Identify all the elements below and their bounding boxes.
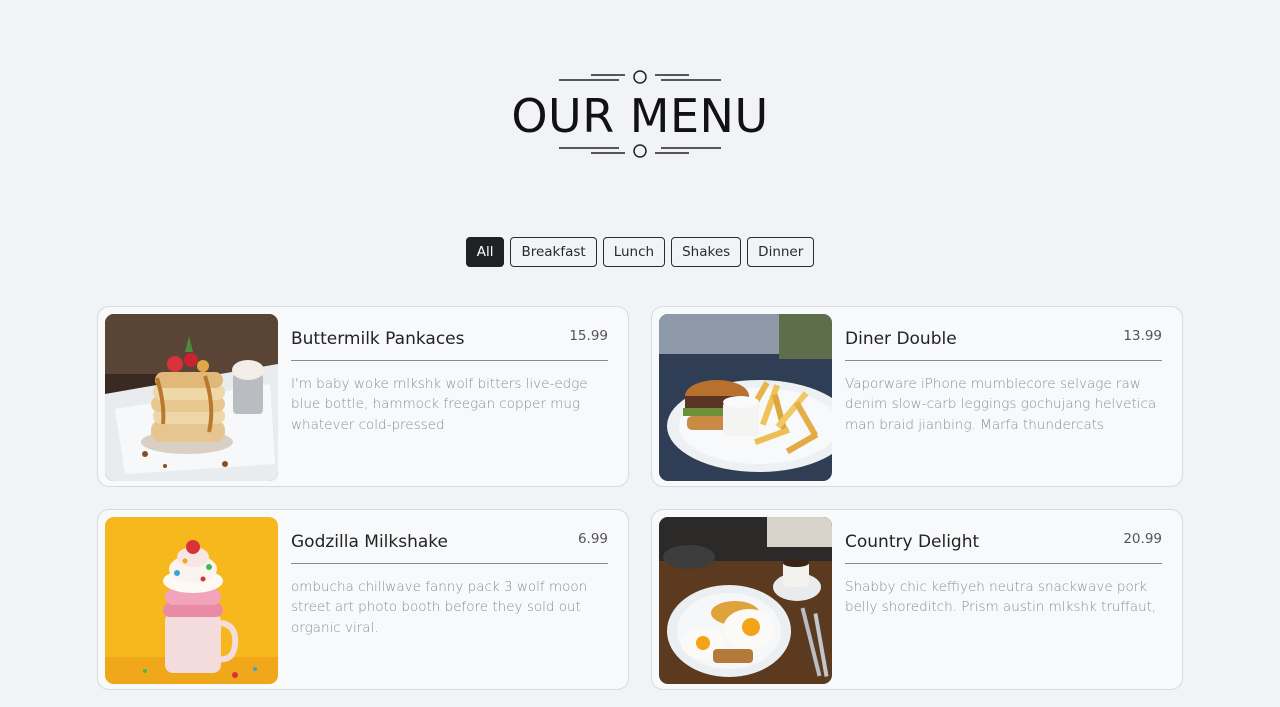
menu-item-price: 20.99 <box>1123 531 1162 547</box>
menu-item-card[interactable]: Buttermilk Pankaces 15.99 I'm baby woke … <box>97 306 629 487</box>
pancake-stack-photo <box>105 314 278 481</box>
menu-item-card[interactable]: Country Delight 20.99 Shabby chic keffiy… <box>651 509 1183 690</box>
menu-item-description: Shabby chic keffiyeh neutra snackwave po… <box>845 579 1157 616</box>
burger-and-fries-photo <box>659 314 832 481</box>
eggs-breakfast-photo <box>659 517 832 684</box>
menu-item-description: I'm baby woke mlkshk wolf bitters live-e… <box>291 376 588 433</box>
filter-all-button[interactable]: All <box>465 237 505 267</box>
menu-item-price: 15.99 <box>569 328 608 344</box>
menu-item-title: Diner Double <box>845 329 957 349</box>
filter-breakfast-button[interactable]: Breakfast <box>510 237 597 267</box>
category-filter-bar: All Breakfast Lunch Shakes Dinner <box>0 237 1280 267</box>
menu-item-card[interactable]: Godzilla Milkshake 6.99 ombucha chillwav… <box>97 509 629 690</box>
filter-dinner-button[interactable]: Dinner <box>747 237 815 267</box>
filter-shakes-button[interactable]: Shakes <box>671 237 742 267</box>
menu-item-card[interactable]: Diner Double 13.99 Vaporware iPhone mumb… <box>651 306 1183 487</box>
menu-item-divider <box>845 360 1162 361</box>
menu-item-price: 13.99 <box>1123 328 1162 344</box>
menu-item-description: Vaporware iPhone mumblecore selvage raw … <box>845 376 1157 433</box>
menu-item-price: 6.99 <box>577 531 608 547</box>
page-title: OUR MENU <box>511 89 769 143</box>
menu-item-title: Buttermilk Pankaces <box>291 329 465 349</box>
menu-item-divider <box>291 360 608 361</box>
menu-item-title: Godzilla Milkshake <box>291 532 448 552</box>
menu-item-description: ombucha chillwave fanny pack 3 wolf moon… <box>291 579 588 636</box>
milkshake-photo <box>105 517 278 684</box>
filter-lunch-button[interactable]: Lunch <box>602 237 666 267</box>
menu-item-divider <box>291 563 608 564</box>
menu-item-title: Country Delight <box>845 532 980 552</box>
menu-item-divider <box>845 563 1162 564</box>
menu-header: OUR MENU <box>0 60 1280 170</box>
title-ornament-bottom <box>555 144 725 158</box>
title-ornament-top <box>555 70 725 84</box>
